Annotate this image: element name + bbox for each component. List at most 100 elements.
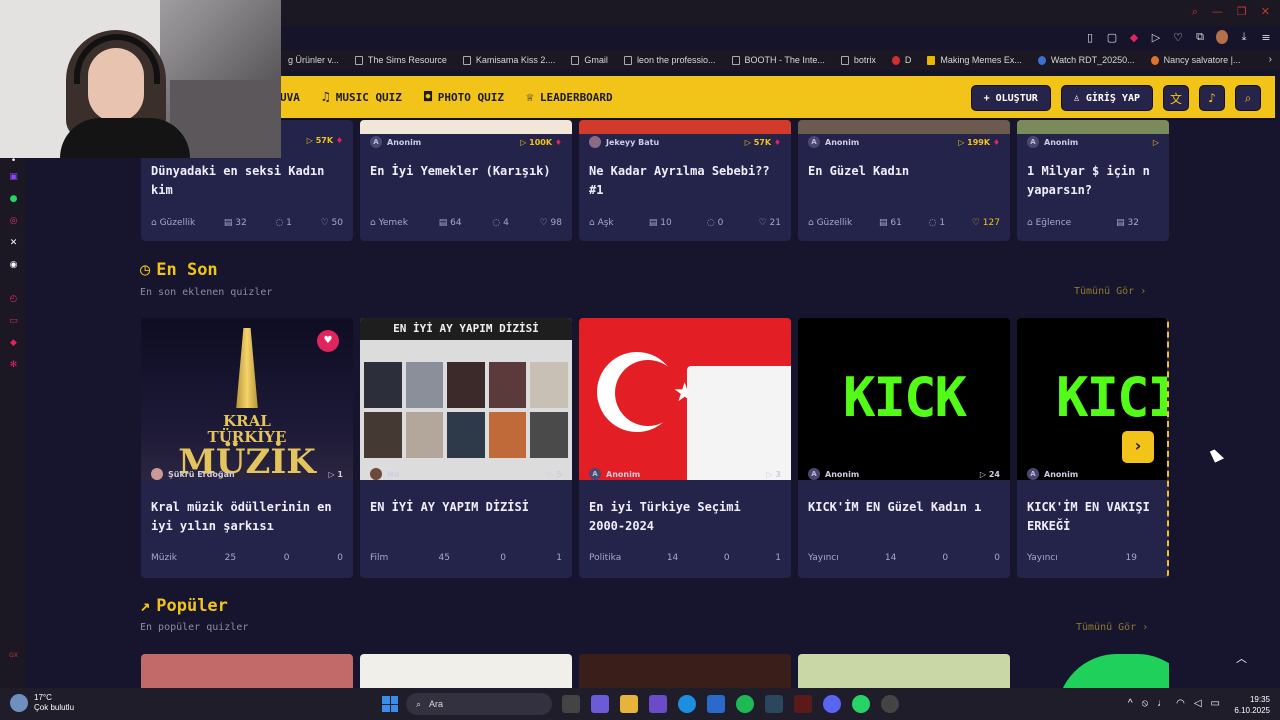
quiz-card[interactable]: A Anonim ▷ 100K ♦ En İyi Yemekler (Karışı… <box>360 120 572 241</box>
card-title: Dünyadaki en seksi Kadın kim <box>151 164 325 197</box>
carousel-next-button[interactable]: › <box>1122 431 1154 463</box>
heart-icon[interactable]: ♡ <box>1172 31 1184 44</box>
whatsapp-icon[interactable] <box>852 695 870 713</box>
bookmark-item[interactable]: Watch RDT_20250... <box>1030 55 1143 65</box>
wifi-icon[interactable]: ◠ <box>1176 698 1185 709</box>
bookmark-item[interactable]: D <box>884 55 920 65</box>
opera-gx-icon[interactable] <box>649 695 667 713</box>
card-footer: ⌂ Eğlence ▤ 32 <box>1027 218 1139 228</box>
author-name: Jekeyy Batu <box>606 137 660 147</box>
volume-icon[interactable]: ◁ <box>1194 698 1202 709</box>
nav-item-uva[interactable]: UVA <box>280 91 300 104</box>
bookmark-label: BOOTH - The Inte... <box>744 55 825 65</box>
bookmark-item[interactable]: The Sims Resource <box>347 55 455 65</box>
bookmark-item[interactable]: Gmail <box>563 55 616 65</box>
play-count-value: 24 <box>988 469 1000 479</box>
taskbar-search[interactable]: ⌕ Ara <box>406 693 552 715</box>
x-icon[interactable]: ✕ <box>8 238 19 249</box>
site-header: UVA ♫ MUSIC QUIZ ◘ PHOTO QUIZ ♕ LEADERBO… <box>280 76 1275 120</box>
quiz-card[interactable]: ★ A Anonim ▷ 3 En iyi Türkiye Seçimi 2000… <box>579 318 791 578</box>
battery-icon[interactable]: ▭ <box>1211 698 1220 709</box>
search-icon[interactable]: ⌕ <box>1235 85 1261 111</box>
bookmark-item[interactable]: leon the professio... <box>616 55 724 65</box>
pocket-icon[interactable]: ◆ <box>1128 31 1140 44</box>
extensions-icon[interactable]: ⧉ <box>1194 30 1206 44</box>
quiz-card[interactable]: KICK A Anonim ▷ 24 KICK'İM EN Güzel Kadın… <box>798 318 1010 578</box>
author-name: Ha <box>387 469 400 479</box>
bookmark-icon[interactable]: ▯ <box>1084 31 1096 44</box>
folder-icon[interactable] <box>620 695 638 713</box>
bookmark-item[interactable]: BOOTH - The Inte... <box>724 55 833 65</box>
instagram-icon[interactable]: ◎ <box>8 216 19 227</box>
comment-count-value: 4 <box>503 218 509 228</box>
mic-icon[interactable]: ♩ <box>1157 698 1167 709</box>
store-icon[interactable] <box>707 695 725 713</box>
clock-date: 6.10.2025 <box>1234 706 1270 715</box>
diamond-icon[interactable]: ◆ <box>8 338 19 349</box>
card-footer: Yayıncı 14 0 0 <box>808 553 1000 563</box>
play-icon[interactable]: ▷ <box>1150 31 1162 44</box>
create-button[interactable]: + OLUŞTUR <box>970 85 1051 111</box>
discord-icon[interactable]: ◉ <box>8 260 19 271</box>
bell-icon[interactable]: ♪ <box>1199 85 1225 111</box>
comment-count: ◌ 4 <box>492 218 509 228</box>
nav-item-music-quiz[interactable]: ♫ MUSIC QUIZ <box>322 90 402 105</box>
edge-icon[interactable] <box>678 695 696 713</box>
windows-start-icon[interactable] <box>382 696 398 712</box>
translate-icon[interactable]: 文 <box>1163 85 1189 111</box>
avatar: A <box>1027 136 1039 148</box>
minimize-icon[interactable]: — <box>1212 5 1223 19</box>
nav-item-leaderboard[interactable]: ♕ LEADERBOARD <box>526 90 613 105</box>
download-icon[interactable]: ⤓ <box>1238 30 1250 44</box>
task-view-icon[interactable] <box>562 695 580 713</box>
chevron-right-icon[interactable]: › <box>1269 54 1272 65</box>
category-label: Eğlence <box>1035 218 1072 228</box>
chatgpt-icon[interactable] <box>881 695 899 713</box>
clock[interactable]: 19:35 6.10.2025 <box>1234 694 1270 716</box>
discord-icon[interactable] <box>823 695 841 713</box>
profile-avatar[interactable] <box>1216 30 1228 44</box>
see-all-link[interactable]: Tümünü Gör › <box>1076 622 1148 633</box>
quiz-card[interactable]: A Anonim ▷ 199K ♦ En Güzel Kadın ⌂ Güzell… <box>798 120 1010 241</box>
cloud-icon <box>10 694 28 712</box>
spotify-icon[interactable] <box>736 695 754 713</box>
like-count: ♡ 21 <box>758 218 781 228</box>
steam-icon[interactable] <box>765 695 783 713</box>
card-meta: A Anonim ▷ 3 <box>589 468 781 480</box>
bookmark-item[interactable]: Making Memes Ex... <box>919 55 1030 65</box>
bookmark-item[interactable]: botrix <box>833 55 884 65</box>
screenshot-icon[interactable]: ▢ <box>1106 31 1118 44</box>
history-icon[interactable]: ◴ <box>8 294 19 305</box>
maximize-icon[interactable]: ❐ <box>1237 5 1247 19</box>
bookmark-item[interactable]: Nancy salvatore |... <box>1143 55 1249 65</box>
category: ⌂ Aşk <box>589 218 614 228</box>
login-button[interactable]: ♙ GİRİŞ YAP <box>1060 85 1153 111</box>
chevron-up-icon[interactable]: ︿ <box>1236 650 1247 666</box>
quiz-card[interactable]: EN İYİ AY YAPIM DİZİSİ Ha ▷ 5 EN İYİ AY … <box>360 318 572 578</box>
menu-icon[interactable]: ≡ <box>1260 31 1272 44</box>
close-icon[interactable]: ✕ <box>1261 5 1270 19</box>
nav-item-photo-quiz[interactable]: ◘ PHOTO QUIZ <box>424 90 504 105</box>
avatar: A <box>1027 468 1039 480</box>
bookmark-item[interactable]: g Ürünler v... <box>280 55 347 65</box>
card-thumbnail: ★ <box>579 318 791 480</box>
notes-icon[interactable]: ▭ <box>8 316 19 327</box>
weather-widget[interactable]: 17°C Çok bulutlu <box>10 693 74 713</box>
see-all-link[interactable]: Tümünü Gör › <box>1074 286 1146 297</box>
whatsapp-icon[interactable]: ● <box>8 194 19 205</box>
page-icon <box>462 55 471 65</box>
search-icon[interactable]: ⌕ <box>1192 5 1198 19</box>
bookmark-item[interactable]: Kamisama Kiss 2.... <box>455 55 564 65</box>
settings-icon[interactable]: ✻ <box>8 360 19 371</box>
favorite-badge-icon[interactable]: ♥ <box>317 330 339 352</box>
twitch-icon[interactable]: ▣ <box>8 172 19 183</box>
create-label: OLUŞTUR <box>995 92 1038 104</box>
quiz-card[interactable]: A Anonim ▷ 1 Milyar $ için n yaparsın? ⌂ … <box>1017 120 1169 241</box>
app-icon[interactable] <box>794 695 812 713</box>
quiz-card[interactable]: KRAL TÜRKİYE MÜZİK ♥ Şükrü Erdoğan ▷ 1 K… <box>141 318 353 578</box>
copilot-icon[interactable] <box>591 695 609 713</box>
network-off-icon[interactable]: ⦸ <box>1142 698 1149 709</box>
quiz-card[interactable]: Jekeyy Batu ▷ 57K ♦ Ne Kadar Ayrılma Seb… <box>579 120 791 241</box>
chevron-up-icon[interactable]: ^ <box>1128 698 1133 709</box>
card-footer: Film 45 0 1 <box>370 553 562 563</box>
